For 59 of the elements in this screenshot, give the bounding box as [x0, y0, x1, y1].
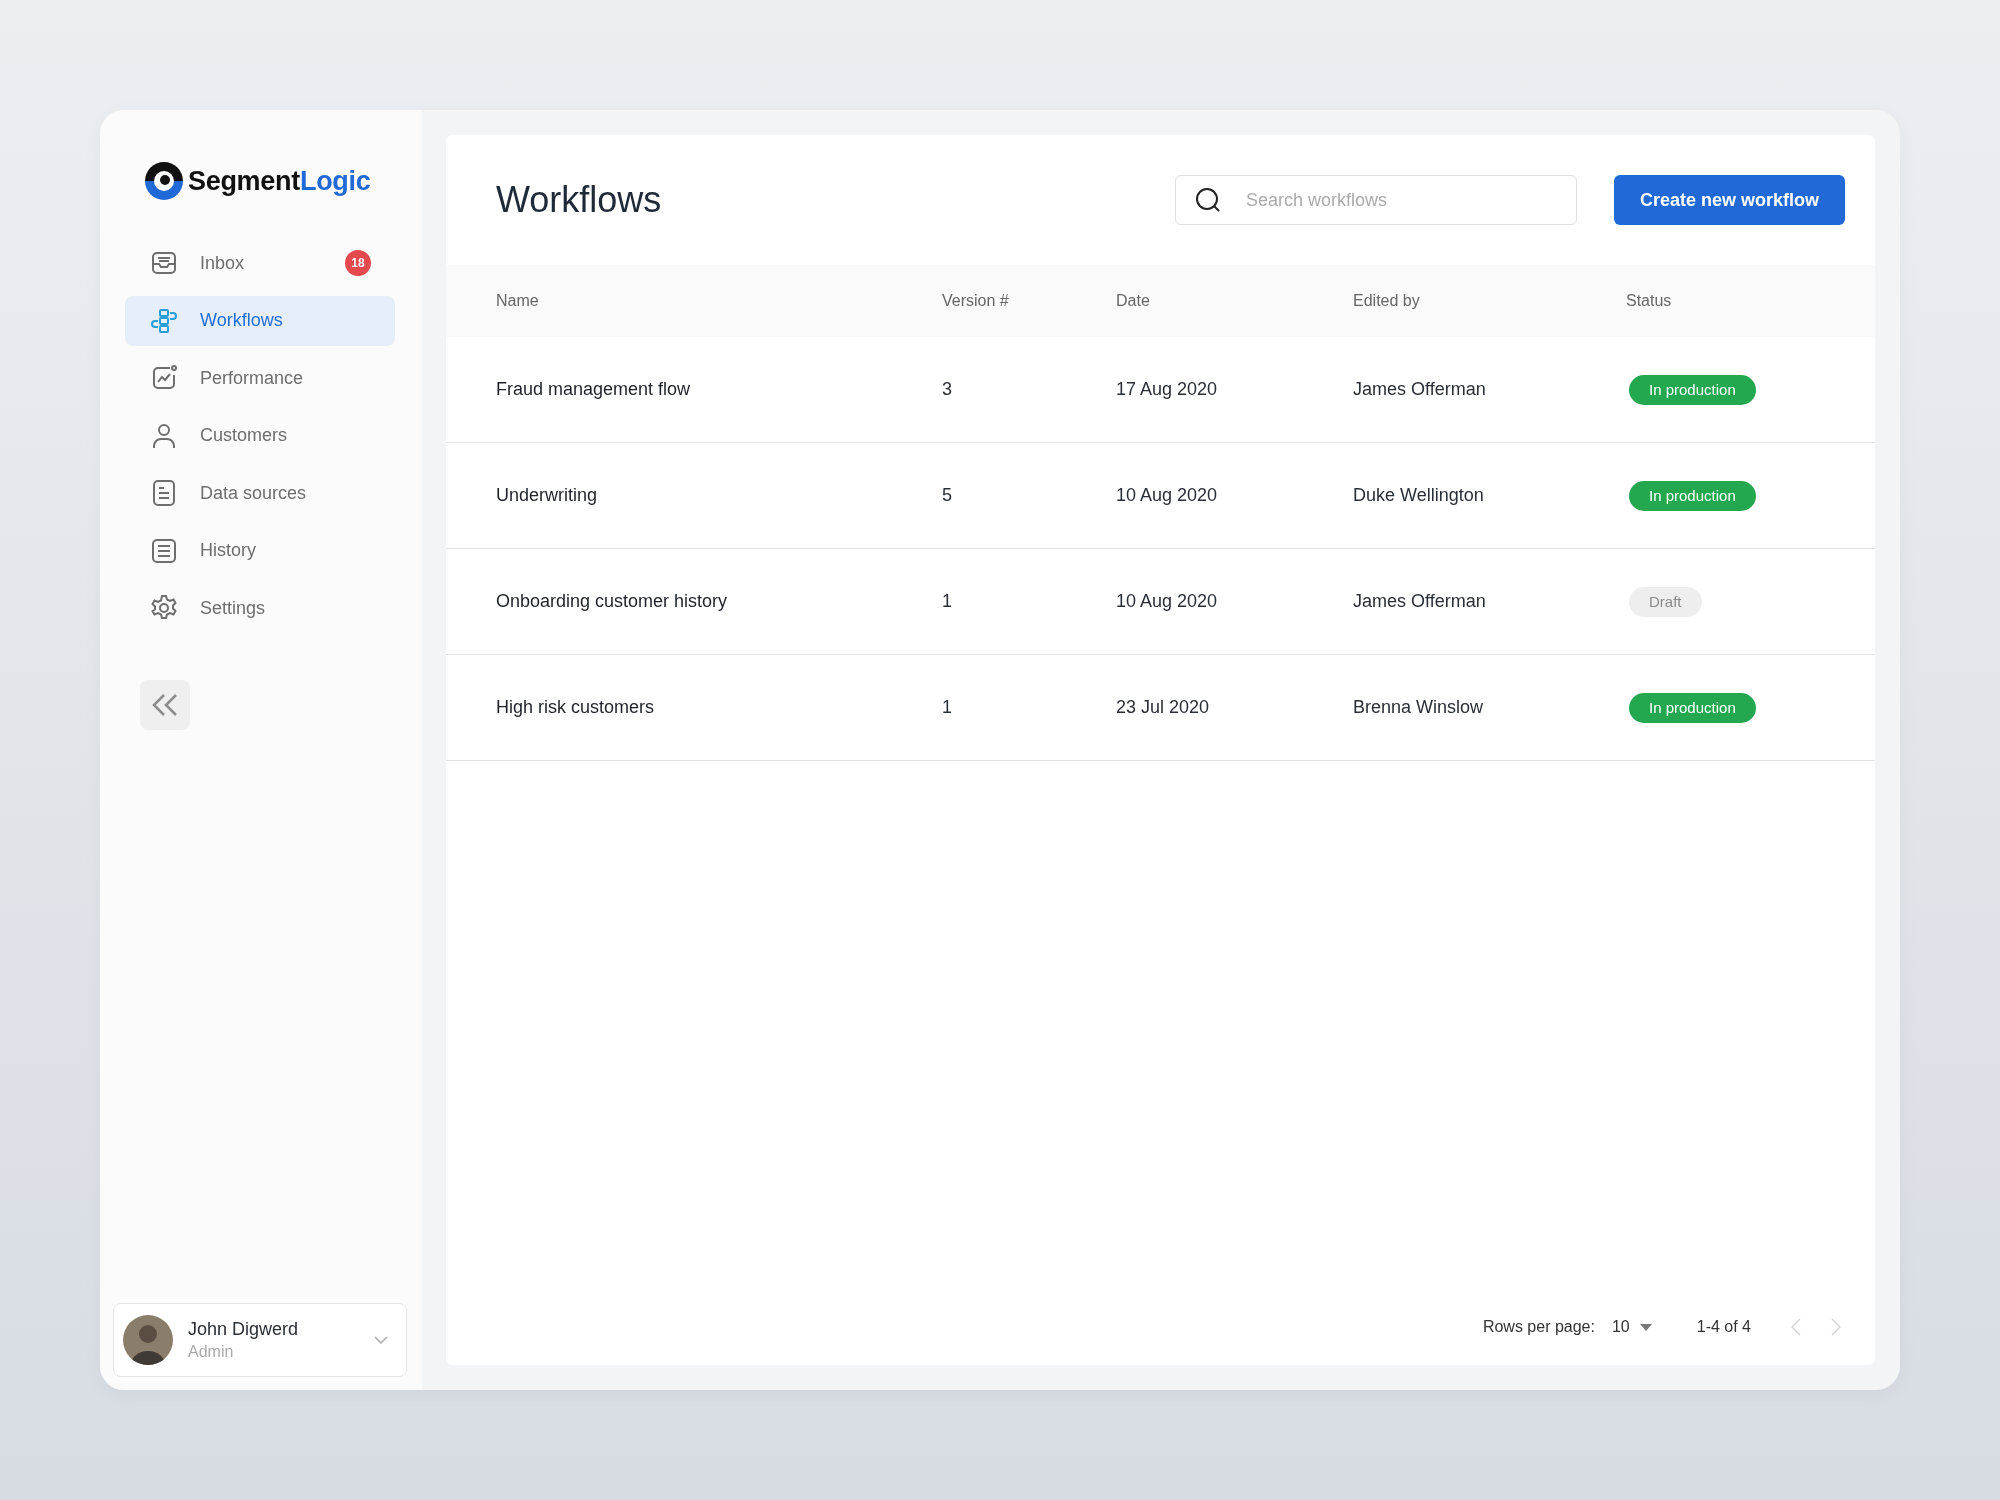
column-header[interactable]: Edited by [1353, 292, 1626, 310]
rows-per-page-label: Rows per page: [1482, 1318, 1595, 1336]
table-cell: Underwriting [496, 485, 598, 506]
nav-item[interactable]: Data sources [125, 468, 395, 518]
document-icon [150, 479, 178, 507]
table-cell: 1 [942, 697, 952, 718]
status-badge: Draft [1629, 586, 1702, 617]
nav-item[interactable]: Customers [125, 410, 395, 461]
table-cell: Fraud management flow [496, 379, 691, 400]
user-role: Admin [188, 1343, 235, 1361]
page-range: 1-4 of 4 [1696, 1318, 1751, 1336]
table-cell: 23 Jul 2020 [1116, 697, 1210, 718]
nav-item[interactable]: Workflows [125, 295, 395, 346]
nav-item[interactable]: Performance [125, 353, 395, 403]
table-cell: Brenna Winslow [1353, 697, 1484, 718]
create-workflow-button[interactable]: Create new workflow [1614, 175, 1845, 225]
column-header[interactable]: Name [496, 292, 942, 310]
chevron-left-icon [1791, 1318, 1801, 1336]
search-icon [1195, 187, 1221, 213]
status-badge: In production [1629, 480, 1756, 511]
chart-icon [150, 364, 178, 392]
table-cell: James Offerman [1353, 591, 1486, 612]
person-icon [150, 421, 178, 450]
table-cell: 5 [942, 485, 952, 506]
list-icon [150, 536, 178, 565]
chevron-down-icon [374, 1336, 388, 1344]
collapse-button[interactable] [140, 680, 190, 730]
table-cell: 1 [942, 591, 952, 612]
page-title: Workflows [496, 179, 663, 221]
user-name: John Digwerd [188, 1319, 300, 1340]
logo-icon [144, 161, 184, 201]
brand-name: SegmentLogic [188, 165, 371, 197]
nav-item[interactable]: Inbox 18 [125, 238, 395, 288]
table-cell: 3 [942, 379, 952, 400]
search-field[interactable]: Search workflows [1175, 175, 1577, 225]
table-cell: 10 Aug 2020 [1116, 591, 1218, 612]
double-chevron-left-icon [151, 693, 179, 717]
avatar [123, 1315, 173, 1365]
nav-item[interactable]: History [125, 525, 395, 576]
column-header[interactable]: Version # [942, 292, 1116, 310]
table-cell: 17 Aug 2020 [1116, 379, 1218, 400]
column-header[interactable]: Date [1116, 292, 1353, 310]
column-header[interactable]: Status [1626, 292, 1875, 310]
table-cell: 10 Aug 2020 [1116, 485, 1218, 506]
dropdown-caret-icon [1639, 1323, 1652, 1331]
status-badge: In production [1629, 374, 1756, 405]
table-cell: Onboarding customer history [496, 591, 728, 612]
count-badge: 18 [345, 250, 371, 276]
table-cell: James Offerman [1353, 379, 1486, 400]
table-cell: Duke Wellington [1353, 485, 1484, 506]
chevron-right-icon [1831, 1318, 1841, 1336]
inbox-icon [150, 249, 178, 277]
rows-per-page-select[interactable]: 10 [1611, 1318, 1652, 1336]
user-card[interactable]: John Digwerd Admin [113, 1303, 407, 1377]
nav-item[interactable]: Settings [125, 583, 395, 633]
status-badge: In production [1629, 692, 1756, 723]
settings-icon [150, 594, 178, 622]
table-cell: High risk customers [496, 697, 655, 718]
workflow-icon [150, 306, 178, 335]
